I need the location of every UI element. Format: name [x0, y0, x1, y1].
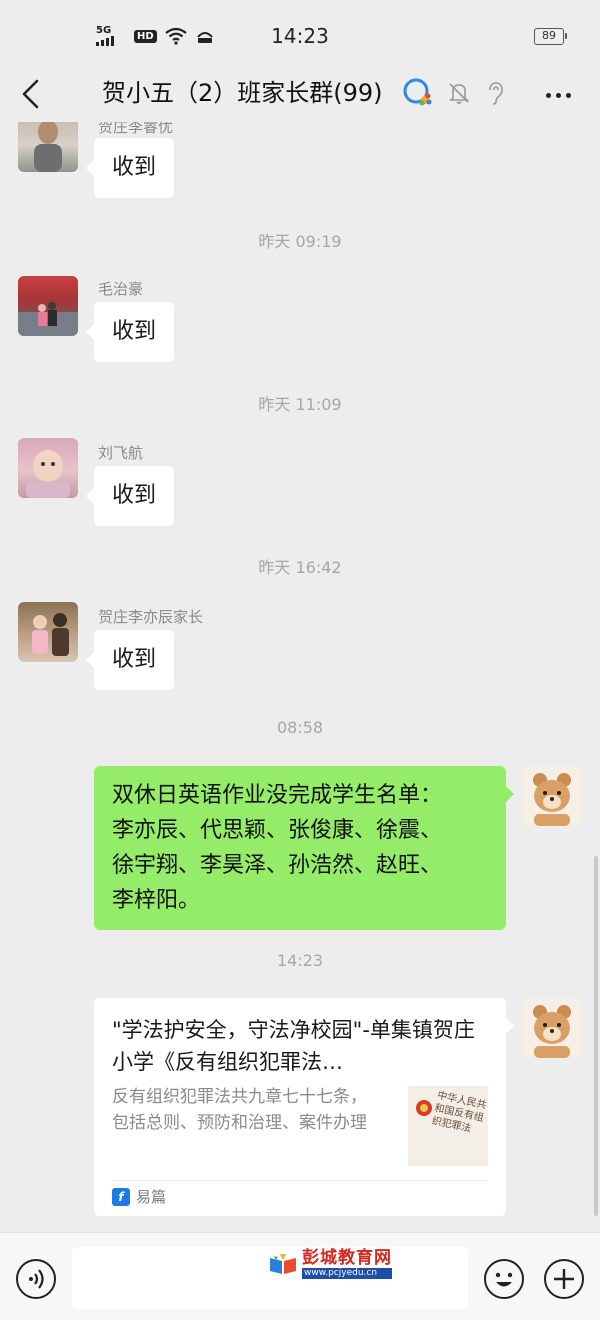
avatar[interactable]: [18, 438, 78, 498]
self-avatar[interactable]: [522, 998, 582, 1058]
book-logo-icon: [270, 1253, 296, 1274]
message-bubble[interactable]: 收到: [85, 630, 175, 690]
more-options-icon[interactable]: [540, 80, 576, 110]
link-card[interactable]: "学法护安全，守法净校园"-单集镇贺庄小学《反有组织犯罪法… 反有组织犯罪法共九…: [94, 998, 514, 1216]
card-thumbnail: 中华人民共和国反有组织犯罪法: [408, 1086, 488, 1166]
back-arrow-icon[interactable]: [14, 76, 50, 112]
voice-input-icon[interactable]: [16, 1259, 56, 1299]
yipian-logo-icon: f: [112, 1187, 130, 1206]
scrollbar[interactable]: [594, 856, 598, 1216]
watermark-title: 彭城教育网: [302, 1248, 392, 1268]
sender-name: 贺庄李亦辰家长: [98, 608, 204, 626]
chat-title[interactable]: 贺小五（2）班家长群(99): [102, 76, 383, 110]
message-bubble[interactable]: 收到: [85, 466, 175, 526]
message-timestamp: 昨天 16:42: [258, 558, 342, 577]
sender-name: 贺庄李睿优: [98, 122, 174, 136]
self-avatar[interactable]: [522, 766, 582, 826]
plus-icon[interactable]: [544, 1259, 584, 1299]
avatar[interactable]: [18, 602, 78, 662]
message-line: 徐宇翔、李昊泽、孙浩然、赵旺、: [112, 853, 443, 878]
card-source: f 易篇: [112, 1186, 166, 1207]
message-bubble[interactable]: 收到: [85, 138, 175, 198]
card-title: "学法护安全，守法净校园"-单集镇贺庄小学《反有组织犯罪法…: [112, 1018, 475, 1074]
watermark: 彭城教育网 www.pcjyedu.cn: [268, 1248, 392, 1279]
earpiece-icon: [489, 82, 503, 105]
status-time: 14:23: [271, 24, 329, 48]
watermark-url: www.pcjyedu.cn: [302, 1268, 392, 1279]
message-line: 李亦辰、代思颖、张俊康、徐震、: [112, 818, 443, 843]
message-timestamp: 昨天 11:09: [258, 395, 342, 414]
message-bubble[interactable]: 收到: [85, 302, 175, 362]
card-source-label: 易篇: [136, 1188, 167, 1206]
message-list[interactable]: 贺庄李睿优 收到 昨天 09:19 毛治豪 收到 昨天 11:09 刘飞航 收到…: [0, 122, 600, 1232]
card-divider: [112, 1180, 488, 1181]
card-description: 反有组织犯罪法共九章七十七条，包括总则、预防和治理、案件办理: [112, 1087, 367, 1133]
chat-header: 贺小五（2）班家长群(99): [0, 72, 600, 122]
sender-name: 毛治豪: [98, 280, 144, 298]
message-timestamp: 08:58: [276, 718, 324, 737]
wecom-badge-icon[interactable]: [402, 78, 434, 108]
status-bar: 5G HD 14:23 89: [0, 0, 600, 72]
message-line: 李梓阳。: [112, 888, 201, 913]
message-bubble-self[interactable]: 双休日英语作业没完成学生名单： 李亦辰、代思颖、张俊康、徐震、 徐宇翔、李昊泽、…: [94, 766, 514, 930]
emoji-icon[interactable]: [484, 1259, 524, 1299]
sender-name: 刘飞航: [98, 444, 144, 462]
avatar[interactable]: [18, 122, 78, 172]
mute-bell-icon: [449, 83, 469, 104]
avatar[interactable]: [18, 276, 78, 336]
battery-icon: 89: [534, 28, 567, 45]
message-timestamp: 14:23: [276, 951, 324, 970]
message-timestamp: 昨天 09:19: [258, 232, 342, 251]
message-line: 双休日英语作业没完成学生名单：: [112, 783, 443, 808]
